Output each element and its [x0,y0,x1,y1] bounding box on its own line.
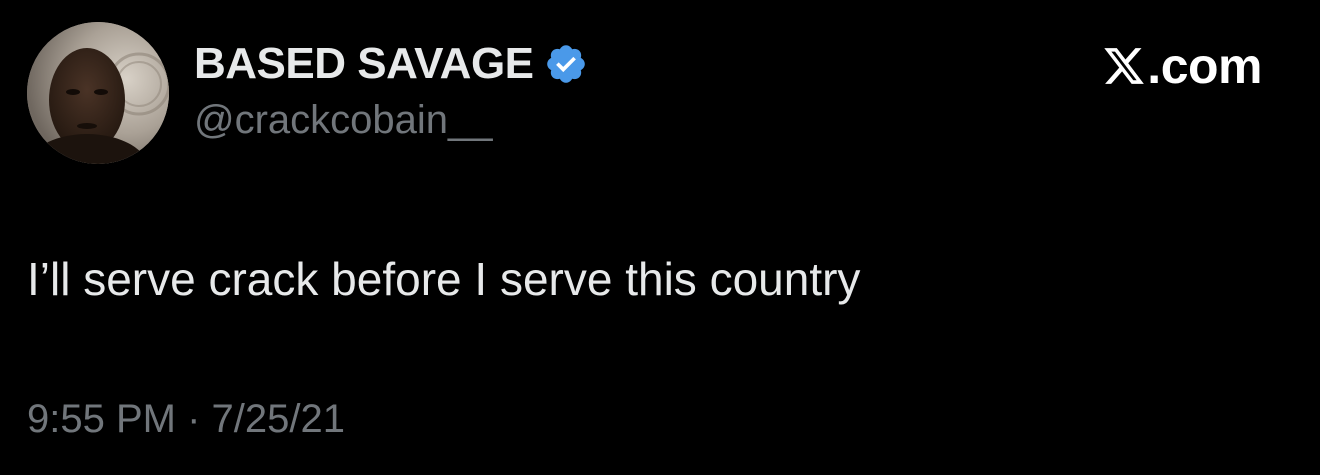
tweet-card: BASED SAVAGE @crackcobain__ .com I’ll se… [0,0,1320,475]
tweet-time[interactable]: 9:55 PM [27,397,176,441]
tweet-text: I’ll serve crack before I serve this cou… [27,253,861,305]
tweet-meta: 9:55 PM · 7/25/21 [27,397,345,442]
author-name-row: BASED SAVAGE [194,38,588,90]
meta-separator: · [187,397,201,441]
site-domain: .com [1147,38,1262,94]
site-label: .com [1102,38,1262,94]
avatar-photo [27,22,169,164]
author-display-name[interactable]: BASED SAVAGE [194,39,534,89]
avatar[interactable] [27,22,169,164]
author-handle[interactable]: @crackcobain__ [194,98,493,143]
x-logo-icon [1102,44,1146,88]
verified-badge-icon[interactable] [544,42,588,86]
tweet-date[interactable]: 7/25/21 [212,397,345,441]
